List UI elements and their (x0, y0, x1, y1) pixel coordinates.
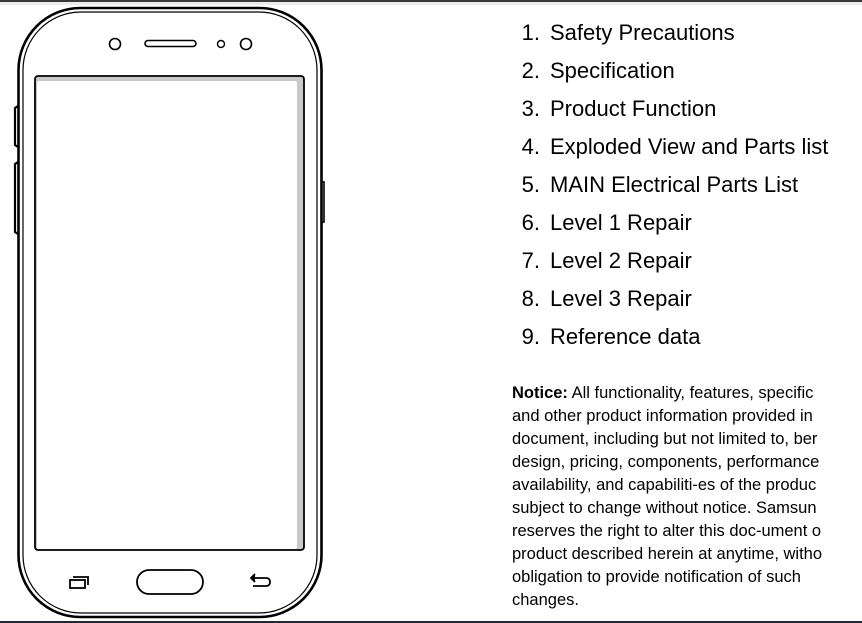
notice-line: and other product information provided i… (512, 407, 813, 425)
toc-label: Product Function (550, 96, 717, 121)
toc-label: Level 3 Repair (550, 286, 692, 311)
notice-line: Notice: All functionality, features, spe… (512, 382, 862, 405)
toc-number: 6. (521, 210, 540, 235)
front-camera-icon (108, 37, 122, 51)
toc-number: 2. (521, 58, 540, 83)
toc-number: 8. (521, 286, 540, 311)
toc-number: 4. (521, 134, 540, 159)
notice-paragraph: Notice: All functionality, features, spe… (512, 382, 862, 612)
toc-number: 9. (521, 324, 540, 349)
notice-line: reserves the right to alter this doc-ume… (512, 522, 822, 540)
notice-line: changes. (512, 591, 579, 609)
notice-line: document, including but not limited to, … (512, 430, 818, 448)
sensor-icon (216, 39, 226, 49)
toc-label: Exploded View and Parts list (550, 134, 829, 159)
screen (37, 81, 297, 549)
toc-label: MAIN Electrical Parts List (550, 172, 799, 197)
phone-illustration (13, 6, 325, 619)
toc-label: Reference data (550, 324, 701, 349)
toc-number: 1. (521, 20, 540, 45)
notice-heading: Notice: (512, 384, 568, 402)
toc-number: 3. (521, 96, 540, 121)
toc-label: Level 1 Repair (550, 210, 692, 235)
toc-number: 7. (521, 248, 540, 273)
front-camera-secondary-icon (239, 37, 253, 51)
notice-line: obligation to provide notification of su… (512, 568, 801, 586)
home-button-icon (136, 569, 204, 595)
notice-line: design, pricing, components, performance (512, 453, 820, 471)
notice-line: product described herein at anytime, wit… (512, 545, 823, 563)
toc-label: Specification (550, 58, 675, 83)
notice-line: subject to change without notice. Samsun (512, 499, 817, 517)
notice-text: All functionality, features, specific (567, 384, 814, 402)
toc-label: Safety Precautions (550, 20, 735, 45)
speaker-grille-icon (144, 39, 197, 48)
toc-number: 5. (521, 172, 540, 197)
toc-label: Level 2 Repair (550, 248, 692, 273)
notice-line: availability, and capabiliti-es of the p… (512, 476, 817, 494)
